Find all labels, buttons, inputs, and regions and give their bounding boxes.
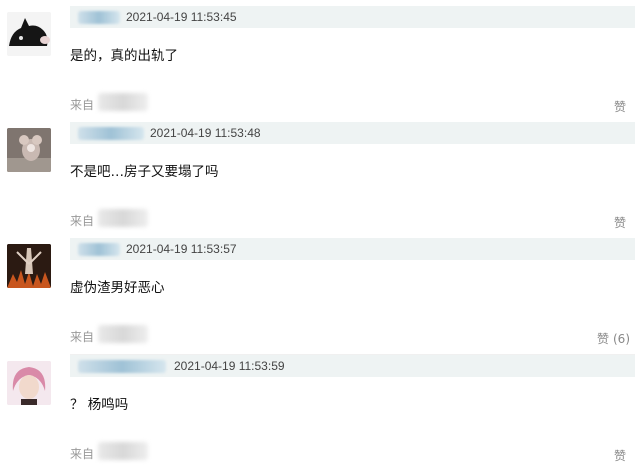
- like-button[interactable]: 赞: [614, 98, 630, 115]
- source-label: 来自: [70, 447, 95, 461]
- user-avatar[interactable]: [7, 12, 51, 56]
- comment-timestamp: 2021-04-19 11:53:59: [174, 359, 285, 373]
- username-redacted[interactable]: [78, 243, 120, 256]
- source-label: 来自: [70, 330, 95, 344]
- comment-text: 是的，真的出轨了: [70, 48, 178, 64]
- comment-header: 2021-04-19 11:53:59: [70, 355, 635, 377]
- user-avatar[interactable]: [7, 244, 51, 288]
- comment-header: 2021-04-19 11:53:57: [70, 238, 635, 260]
- like-label: 赞: [613, 449, 626, 463]
- user-avatar[interactable]: [7, 361, 51, 405]
- like-button[interactable]: 赞: [614, 214, 630, 231]
- like-label: 赞: [613, 216, 626, 230]
- comment-item: 2021-04-19 11:53:45 是的，真的出轨了 来自 赞: [0, 6, 640, 123]
- username-redacted[interactable]: [78, 360, 166, 373]
- pink-hair-person-avatar-icon: [7, 361, 51, 405]
- comment-header: 2021-04-19 11:53:45: [70, 6, 635, 28]
- black-cat-avatar-icon: [7, 12, 51, 56]
- mouse-figure-avatar-icon: [7, 128, 51, 172]
- comment-timestamp: 2021-04-19 11:53:48: [150, 126, 261, 140]
- username-redacted[interactable]: [78, 127, 144, 140]
- username-redacted[interactable]: [78, 11, 120, 24]
- comment-text: 不是吧…房子又要塌了吗: [70, 164, 219, 180]
- source-redacted: [98, 442, 148, 460]
- like-count: (6): [613, 332, 630, 346]
- like-button[interactable]: 赞: [614, 447, 630, 464]
- dark-art-avatar-icon: [7, 244, 51, 288]
- comment-text: 虚伪渣男好恶心: [70, 280, 165, 296]
- source-redacted: [98, 325, 148, 343]
- source-redacted: [98, 209, 148, 227]
- comment-item: 2021-04-19 11:53:57 虚伪渣男好恶心 来自 赞 (6): [0, 238, 640, 355]
- comment-item: 2021-04-19 11:53:59 ？ 杨鸣吗 来自 赞: [0, 355, 640, 472]
- source-label: 来自: [70, 98, 95, 112]
- user-avatar[interactable]: [7, 128, 51, 172]
- like-button[interactable]: 赞 (6): [597, 330, 630, 347]
- source-redacted: [98, 93, 148, 111]
- comment-text: ？ 杨鸣吗: [70, 397, 129, 413]
- source-label: 来自: [70, 214, 95, 228]
- comment-timestamp: 2021-04-19 11:53:57: [126, 242, 237, 256]
- like-label: 赞: [613, 100, 626, 114]
- comment-header: 2021-04-19 11:53:48: [70, 122, 635, 144]
- like-label: 赞: [596, 332, 609, 346]
- comment-item: 2021-04-19 11:53:48 不是吧…房子又要塌了吗 来自 赞: [0, 122, 640, 239]
- comment-timestamp: 2021-04-19 11:53:45: [126, 10, 237, 24]
